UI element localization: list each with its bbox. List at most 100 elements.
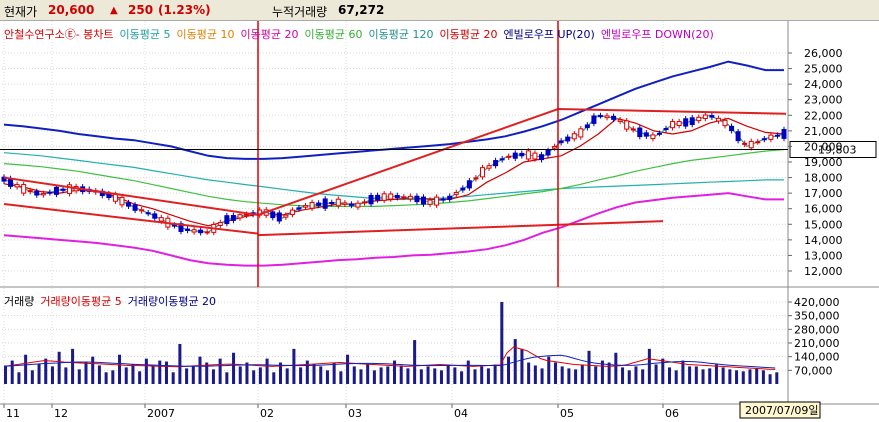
- volume-bar: [24, 354, 28, 384]
- volume-bar: [574, 369, 578, 384]
- candle-body: [158, 217, 164, 222]
- volume-bar: [332, 362, 336, 384]
- volume-bar: [460, 371, 464, 384]
- volume-tick-label: 420,000: [794, 296, 840, 309]
- volume-bar: [667, 367, 672, 384]
- candle-body: [748, 140, 754, 149]
- volume-tick-label: 70,000: [794, 364, 833, 377]
- volume-bar: [735, 370, 739, 384]
- candle-body: [722, 119, 728, 127]
- candle-body: [106, 193, 112, 199]
- candle-body: [709, 115, 715, 118]
- volume-bar: [57, 351, 61, 384]
- price-tick-label: 14,000: [804, 234, 843, 247]
- candle-body: [742, 142, 748, 145]
- candle-body: [60, 188, 66, 191]
- volume-tick-label: 350,000: [794, 310, 840, 323]
- candle-body: [230, 215, 236, 221]
- volume-bar: [641, 369, 645, 384]
- price-tick-label: 23,000: [804, 94, 843, 107]
- price-tick-label: 12,000: [804, 265, 843, 278]
- candle-body: [355, 202, 361, 208]
- candle-body: [362, 201, 368, 204]
- volume-bar: [225, 372, 229, 384]
- candle-body: [276, 212, 282, 222]
- volume-bar: [587, 350, 591, 384]
- candle-body: [761, 138, 767, 141]
- volume-bar: [419, 369, 423, 384]
- candle-body: [348, 203, 354, 206]
- volume-bar: [131, 364, 135, 384]
- volume-bar: [714, 364, 718, 384]
- candle-body: [683, 118, 689, 127]
- price-legend-item: 엔빌로우프 DOWN(20): [601, 28, 714, 41]
- volume-bar: [741, 371, 745, 384]
- volume-bar: [265, 358, 269, 384]
- price-legend-item: 안철수연구소Ⓔ- 봉차트: [4, 28, 114, 41]
- candle-body: [185, 228, 191, 231]
- volume-bar: [627, 370, 631, 384]
- volume-bar: [352, 366, 356, 384]
- candle-body: [630, 128, 636, 131]
- volume-bar: [446, 364, 450, 384]
- volume-bar: [272, 372, 276, 384]
- volume-bar: [567, 368, 571, 384]
- chart-window: 현재가 20,600 ▲ 250 (1.23%) 누적거래량 67,272 19…: [0, 0, 879, 422]
- candle-body: [303, 205, 309, 208]
- price-tick-label: 16,000: [804, 203, 843, 216]
- volume-bar: [486, 368, 490, 384]
- volume-bar: [708, 368, 712, 384]
- candle-body: [420, 196, 426, 205]
- stock-chart[interactable]: 19,803 26,00025,00024,00023,00022,00021,…: [0, 0, 879, 422]
- candle-body: [139, 209, 145, 212]
- candle-body: [558, 140, 564, 144]
- price-legend-item: 이동평균 120: [368, 28, 433, 41]
- volume-bar: [84, 362, 88, 384]
- volume-bar: [748, 369, 752, 384]
- candle-body: [53, 186, 59, 195]
- volume-bar: [319, 366, 323, 384]
- volume-bar: [761, 370, 765, 384]
- volume-bar: [10, 360, 14, 384]
- volume-bar: [621, 367, 625, 384]
- candle-body: [637, 127, 643, 138]
- candle-body: [316, 202, 322, 206]
- candle-body: [545, 150, 551, 156]
- candle-body: [414, 195, 420, 203]
- candle-body: [152, 213, 158, 219]
- volume-bar: [553, 362, 557, 384]
- volume-bar: [413, 340, 417, 384]
- volume-bar: [232, 352, 236, 384]
- volume-bar: [346, 354, 350, 384]
- price-tick-label: 18,000: [804, 172, 843, 185]
- candle-body: [729, 125, 735, 132]
- volume-bar: [533, 365, 537, 384]
- candle-body: [27, 190, 33, 193]
- x-tick-label: 05: [560, 407, 574, 420]
- candle-body: [525, 150, 531, 160]
- candle-body: [126, 202, 132, 207]
- volume-bar: [507, 356, 511, 384]
- candle-body: [453, 191, 459, 195]
- price-legend-item: 이동평균 60: [305, 28, 363, 41]
- volume-bar: [312, 364, 316, 384]
- candle-body: [119, 196, 125, 206]
- candle-body: [656, 132, 662, 135]
- candle-body: [270, 211, 276, 219]
- candle-body: [552, 145, 558, 149]
- candle-body: [768, 134, 774, 140]
- candle-body: [506, 155, 512, 158]
- volume-bar: [688, 366, 692, 384]
- candle-body: [198, 229, 204, 234]
- volume-bar: [527, 362, 531, 384]
- candle-body: [499, 158, 505, 161]
- volume-bar: [292, 348, 296, 384]
- candle-body: [289, 209, 295, 215]
- candle-body: [715, 117, 721, 122]
- candle-body: [538, 154, 544, 161]
- volume-bar: [124, 367, 128, 384]
- candle-body: [244, 213, 250, 216]
- volume-bar: [634, 366, 638, 384]
- volume-bar: [721, 367, 725, 384]
- volume-bar: [252, 370, 256, 384]
